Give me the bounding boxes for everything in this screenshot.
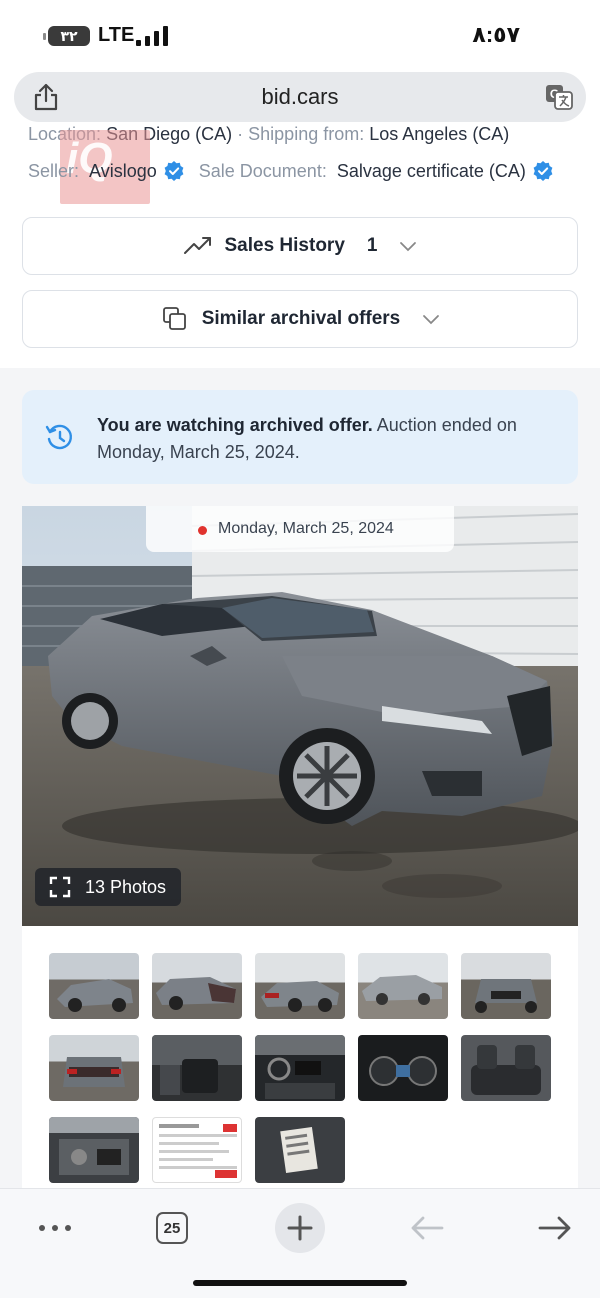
history-icon: [45, 424, 73, 450]
page-content: Location: San Diego (CA) · Shipping from…: [0, 122, 600, 1188]
notice-bold: You are watching archived offer.: [97, 415, 373, 435]
battery-indicator: ٣٢: [43, 26, 90, 46]
translate-icon[interactable]: G: [544, 82, 574, 112]
thumbnail-image[interactable]: [152, 1035, 242, 1101]
tabs-button[interactable]: 25: [147, 1203, 197, 1253]
trending-up-icon: [183, 237, 211, 254]
similar-offers-label: Similar archival offers: [201, 308, 401, 329]
fullscreen-icon: [49, 876, 71, 898]
home-indicator: [193, 1280, 407, 1286]
back-arrow-icon: [411, 1216, 444, 1240]
forward-arrow-icon: [538, 1216, 571, 1240]
shipping-value: Los Angeles (CA): [369, 124, 510, 144]
notice-text: You are watching archived offer. Auction…: [97, 412, 547, 466]
verified-badge-icon: [533, 161, 553, 181]
thumbnail-image[interactable]: [152, 953, 242, 1019]
network-type: LTE: [98, 24, 135, 46]
new-tab-button[interactable]: [275, 1203, 325, 1253]
thumbnail-image[interactable]: [255, 1035, 345, 1101]
plus-icon: [287, 1215, 313, 1241]
verified-badge-icon: [164, 161, 184, 181]
chevron-down-icon: [400, 242, 417, 252]
seller-value[interactable]: Avislogo: [89, 161, 157, 182]
url-text[interactable]: bid.cars: [14, 84, 586, 110]
signal-icon: [136, 26, 170, 46]
listing-details-card: Location: San Diego (CA) · Shipping from…: [0, 122, 600, 368]
back-button[interactable]: [402, 1203, 452, 1253]
more-dots-icon: [39, 1225, 71, 1231]
sale-document-label: Sale Document:: [198, 160, 327, 181]
forward-button[interactable]: [530, 1203, 580, 1253]
chevron-down-icon: [423, 315, 440, 325]
copy-icon: [162, 307, 186, 330]
photos-count-label: 13 Photos: [85, 876, 167, 897]
photos-count-button[interactable]: 13 Photos: [35, 868, 181, 906]
main-car-photo[interactable]: Monday, March 25, 2024 13 Photos: [22, 506, 578, 926]
thumbnail-image[interactable]: [255, 953, 345, 1019]
thumbnail-image[interactable]: [358, 1035, 448, 1101]
sales-history-button[interactable]: Sales History 1: [22, 217, 578, 275]
auction-date: Monday, March 25, 2024: [218, 520, 394, 537]
thumbnail-image[interactable]: [358, 953, 448, 1019]
sales-history-count: 1: [366, 235, 378, 256]
seller-label: Seller:: [28, 160, 80, 181]
sales-history-label: Sales History: [224, 235, 345, 256]
thumbnail-image[interactable]: [49, 1035, 139, 1101]
thumbnail-image[interactable]: [152, 1117, 242, 1183]
seller-row: Seller: Avislogo Sale Document: Salvage …: [28, 160, 554, 182]
archived-offer-notice: You are watching archived offer. Auction…: [22, 390, 578, 484]
thumbnail-image[interactable]: [255, 1117, 345, 1183]
status-dot: [198, 526, 207, 535]
thumbnail-image[interactable]: [49, 953, 139, 1019]
thumbnail-image[interactable]: [461, 953, 551, 1019]
thumbnail-image[interactable]: [49, 1117, 139, 1183]
similar-offers-button[interactable]: Similar archival offers: [22, 290, 578, 348]
car-photo-image: [22, 506, 578, 926]
sale-document-value: Salvage certificate (CA): [336, 160, 526, 181]
shipping-label: Shipping from:: [248, 124, 365, 144]
clock: ٨:٥٧: [472, 22, 520, 47]
photo-gallery: Monday, March 25, 2024 13 Photos: [22, 506, 578, 1188]
tabs-count: 25: [156, 1212, 188, 1244]
auction-date-chip: Monday, March 25, 2024: [146, 506, 454, 552]
address-bar[interactable]: bid.cars G: [14, 72, 586, 122]
thumbnail-image[interactable]: [461, 1035, 551, 1101]
more-icon[interactable]: [30, 1203, 80, 1253]
status-bar: ٣٢ LTE ٨:٥٧: [0, 0, 600, 70]
